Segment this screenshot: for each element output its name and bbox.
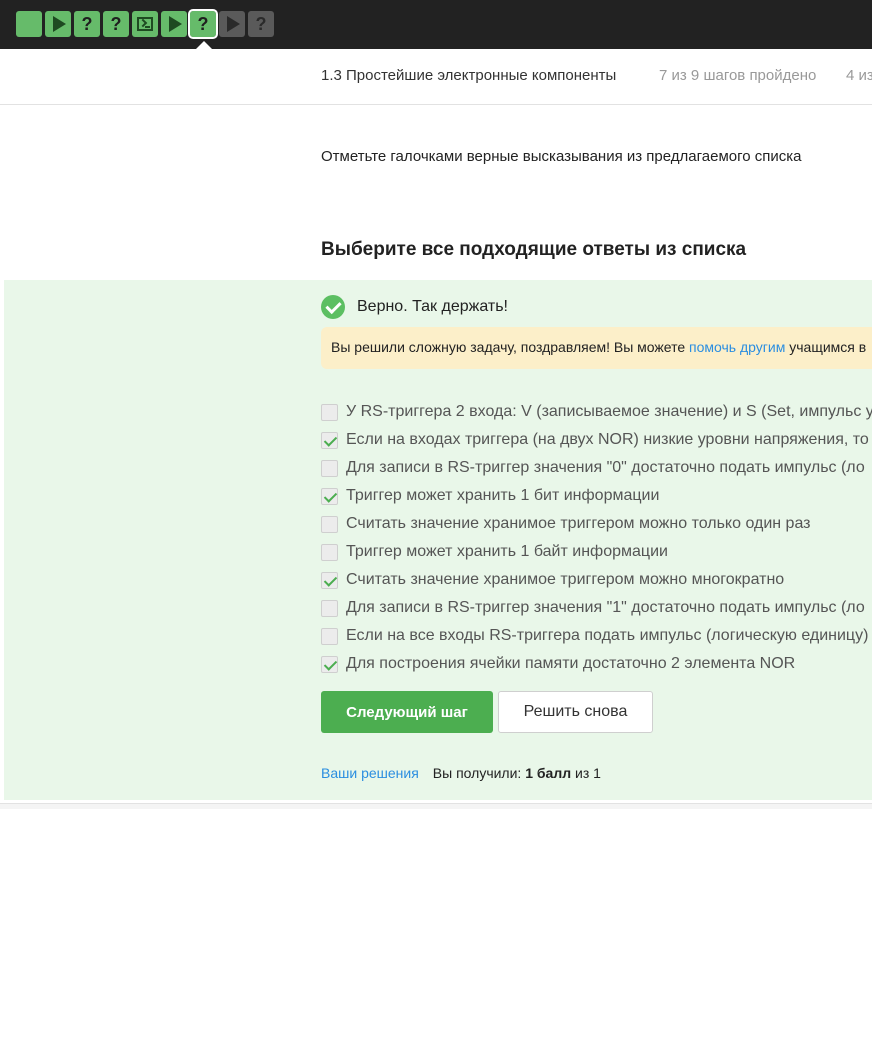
step-navigation-bar: ? ? ? ? [0,0,872,50]
next-step-button[interactable]: Следующий шаг [321,691,493,733]
step-code-5[interactable] [132,11,158,37]
score-suffix: из 1 [571,765,601,781]
help-others-link[interactable]: помочь другим [689,339,785,355]
answer-panel: Верно. Так держать! Вы решили сложную за… [4,280,872,800]
check-circle-icon [321,295,345,319]
checkbox-checked[interactable] [321,571,338,589]
option-label: Считать значение хранимое триггером можн… [346,571,785,588]
step-video-2[interactable] [45,11,71,37]
answer-option[interactable]: Считать значение хранимое триггером можн… [321,566,872,594]
lesson-progress: 7 из 9 шагов пройдено [659,67,817,84]
checkbox[interactable] [321,627,338,645]
congrats-notice: Вы решили сложную задачу, поздравляем! В… [321,327,872,369]
your-solutions-link[interactable]: Ваши решения [321,765,419,781]
question-icon: ? [110,13,122,34]
step-quiz-3[interactable]: ? [74,11,100,37]
answer-option[interactable]: Считать значение хранимое триггером можн… [321,510,872,538]
retry-button[interactable]: Решить снова [498,691,653,733]
option-label: У RS-триггера 2 входа: V (записываемое з… [346,403,872,420]
answer-option[interactable]: Если на входах триггера (на двух NOR) ни… [321,426,872,454]
option-label: Если на входах триггера (на двух NOR) ни… [346,431,869,448]
play-icon [53,16,66,32]
option-label: Если на все входы RS-триггера подать имп… [346,627,869,644]
lesson-title[interactable]: 1.3 Простейшие электронные компоненты [321,67,616,84]
option-label: Для записи в RS-триггер значения "1" дос… [346,599,865,616]
score-row: Ваши решения Вы получили: 1 балл из 1 [321,765,601,781]
answer-option[interactable]: Для построения ячейки памяти достаточно … [321,650,872,678]
task-heading: Выберите все подходящие ответы из списка [321,239,747,260]
play-icon [169,16,182,32]
option-label: Для записи в RS-триггер значения "0" дос… [346,459,865,476]
divider [0,803,872,809]
checkbox[interactable] [321,599,338,617]
question-icon: ? [197,13,209,34]
lesson-extra-progress: 4 из [846,67,872,84]
notice-text-end: учащимся в [785,339,867,355]
answer-options: У RS-триггера 2 входа: V (записываемое з… [321,398,872,678]
checkbox[interactable] [321,515,338,533]
step-video-8[interactable] [219,11,245,37]
checkbox-checked[interactable] [321,487,338,505]
result-text: Верно. Так держать! [357,298,508,315]
option-label: Триггер может хранить 1 байт информации [346,543,668,560]
task-description: Отметьте галочками верные высказывания и… [321,148,802,165]
step-quiz-9[interactable]: ? [248,11,274,37]
checkbox[interactable] [321,403,338,421]
checkbox[interactable] [321,459,338,477]
question-icon: ? [81,13,93,34]
option-label: Триггер может хранить 1 бит информации [346,487,660,504]
terminal-icon [137,17,153,31]
step-video-6[interactable] [161,11,187,37]
answer-option[interactable]: Триггер может хранить 1 бит информации [321,482,872,510]
step-quiz-4[interactable]: ? [103,11,129,37]
answer-option[interactable]: Триггер может хранить 1 байт информации [321,538,872,566]
checkbox-checked[interactable] [321,431,338,449]
step-text-1[interactable] [16,11,42,37]
option-label: Для построения ячейки памяти достаточно … [346,655,796,672]
option-label: Считать значение хранимое триггером можн… [346,515,811,532]
score-prefix: Вы получили: [432,765,526,781]
checkbox[interactable] [321,543,338,561]
answer-option[interactable]: Для записи в RS-триггер значения "0" дос… [321,454,872,482]
answer-option[interactable]: У RS-триггера 2 входа: V (записываемое з… [321,398,872,426]
step-list: ? ? ? ? [16,9,274,39]
lesson-header: 1.3 Простейшие электронные компоненты 7 … [0,49,872,105]
play-icon [227,16,240,32]
score-value: 1 балл [525,765,572,781]
result-status: Верно. Так держать! [321,295,508,319]
answer-option[interactable]: Если на все входы RS-триггера подать имп… [321,622,872,650]
checkbox-checked[interactable] [321,655,338,673]
question-icon: ? [255,13,267,34]
answer-option[interactable]: Для записи в RS-триггер значения "1" дос… [321,594,872,622]
notice-text: Вы решили сложную задачу, поздравляем! В… [331,339,690,355]
step-quiz-7-current[interactable]: ? [188,9,218,39]
